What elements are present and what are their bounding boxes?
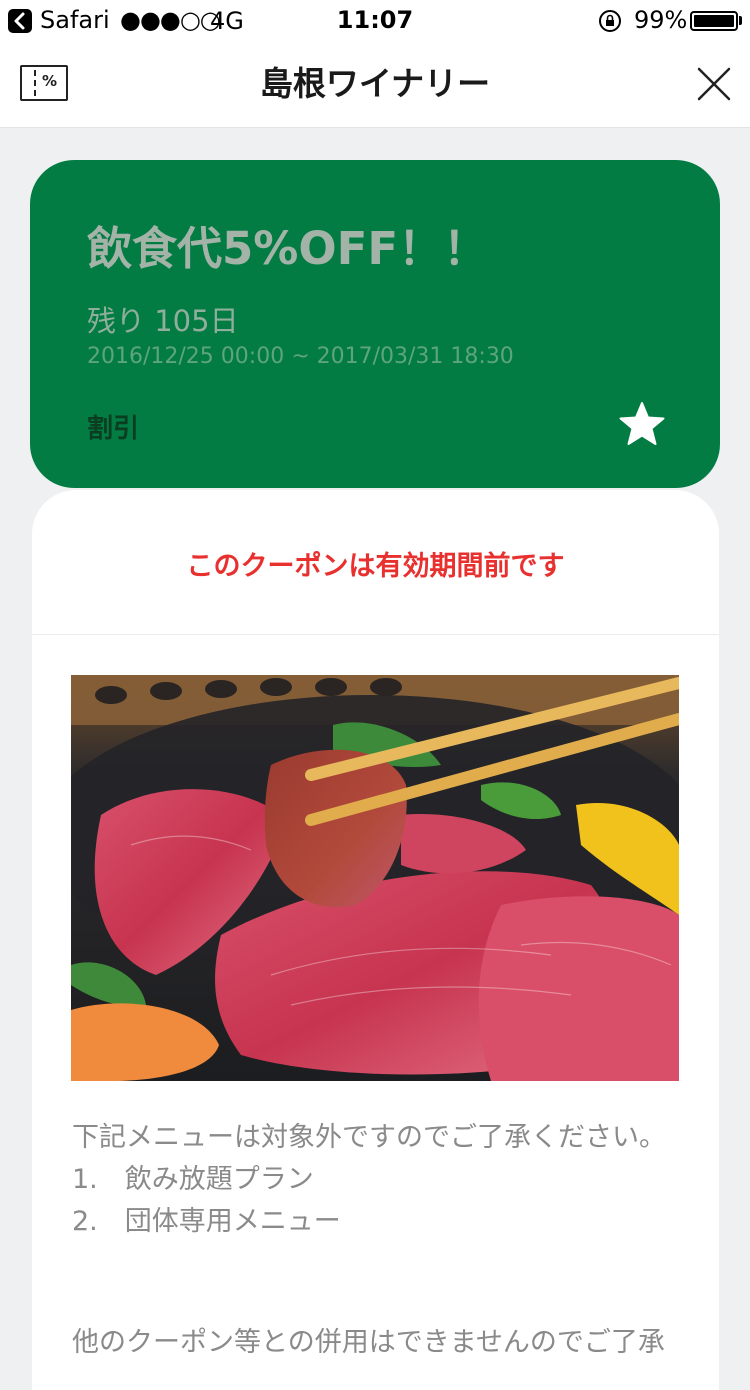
navigation-bar: 島根ワイナリー % (0, 40, 750, 128)
terms-description: 下記メニューは対象外ですのでご了承ください。 1. 飲み放題プラン 2. 団体専… (72, 1117, 672, 1243)
divider (32, 634, 719, 635)
battery-percent: 99% (634, 6, 688, 34)
terms-more-text: 他のクーポン等との併用はできませんのでご了承 (72, 1327, 665, 1358)
excluded-item: 2. 団体専用メニュー (72, 1206, 341, 1237)
status-bar: Safari ●●●○○ 4G 11:07 99% (0, 0, 750, 40)
excluded-item: 1. 飲み放題プラン (72, 1164, 314, 1195)
rotation-lock-icon (599, 10, 621, 32)
coupon-card: 飲食代5%OFF！！ 残り 105日 2016/12/25 00:00 ~ 20… (30, 160, 720, 488)
page-title: 島根ワイナリー (259, 64, 491, 103)
ticket-perforation (34, 70, 36, 96)
coupon-ticket-icon[interactable]: % (20, 65, 68, 101)
terms-text: 下記メニューは対象外ですのでご了承ください。 (72, 1122, 666, 1153)
close-icon[interactable] (697, 67, 731, 101)
star-icon[interactable] (618, 400, 666, 448)
battery-icon (690, 11, 738, 31)
days-remaining: 残り 105日 (87, 304, 239, 338)
coupon-percent-symbol: % (42, 72, 58, 90)
coupon-detail-panel: このクーポンは有効期間前です 下記メニューは対象外ですのでご了承ください。 1.… (32, 490, 719, 1390)
coupon-category: 割引 (87, 414, 140, 444)
validity-notice: このクーポンは有効期間前です (186, 551, 565, 582)
grilled-beef-photo (71, 675, 679, 1081)
battery-tip (739, 16, 742, 25)
coupon-title: 飲食代5%OFF！！ (87, 222, 489, 275)
valid-period: 2016/12/25 00:00 ~ 2017/03/31 18:30 (87, 344, 514, 369)
